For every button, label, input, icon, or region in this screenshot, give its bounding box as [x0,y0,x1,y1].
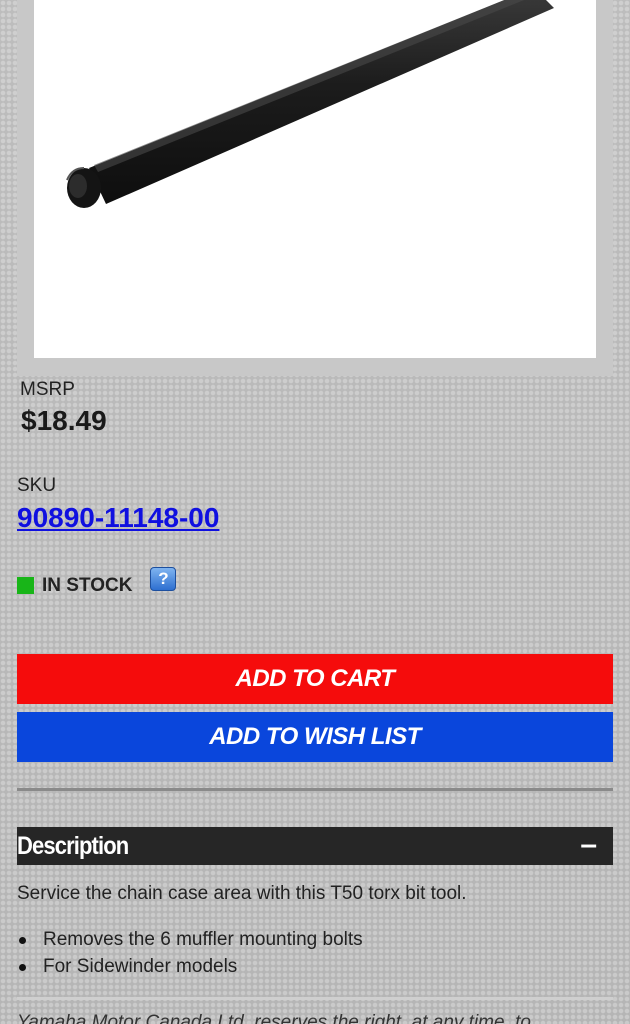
list-item: Removes the 6 muffler mounting bolts [17,926,363,953]
stock-status: IN STOCK ? [17,567,177,602]
hex-key-tool-image [66,0,554,208]
list-item: For Sidewinder models [17,953,363,980]
msrp-label: MSRP [20,379,75,400]
sku-link[interactable]: 90890-11148-00 [17,502,219,534]
help-icon[interactable]: ? [150,567,177,591]
section-divider [17,997,613,1000]
section-divider [17,788,613,791]
stock-status-text: IN STOCK [42,575,133,596]
price: $18.49 [21,405,107,436]
description-summary: Service the chain case area with this T5… [17,883,467,904]
feature-list: Removes the 6 muffler mounting bolts For… [17,926,363,980]
add-to-cart-button[interactable]: ADD TO CART [17,654,613,704]
disclaimer-text: Yamaha Motor Canada Ltd. reserves the ri… [17,1012,531,1024]
collapse-icon[interactable]: – [580,830,597,860]
description-toggle[interactable]: Description – [17,827,613,865]
description-title: Description [17,831,129,860]
in-stock-indicator-icon [17,576,34,594]
sku-label: SKU [17,475,57,496]
product-image[interactable] [34,0,596,358]
add-to-wish-list-button[interactable]: ADD TO WISH LIST [17,712,613,762]
product-image-frame [17,0,613,376]
